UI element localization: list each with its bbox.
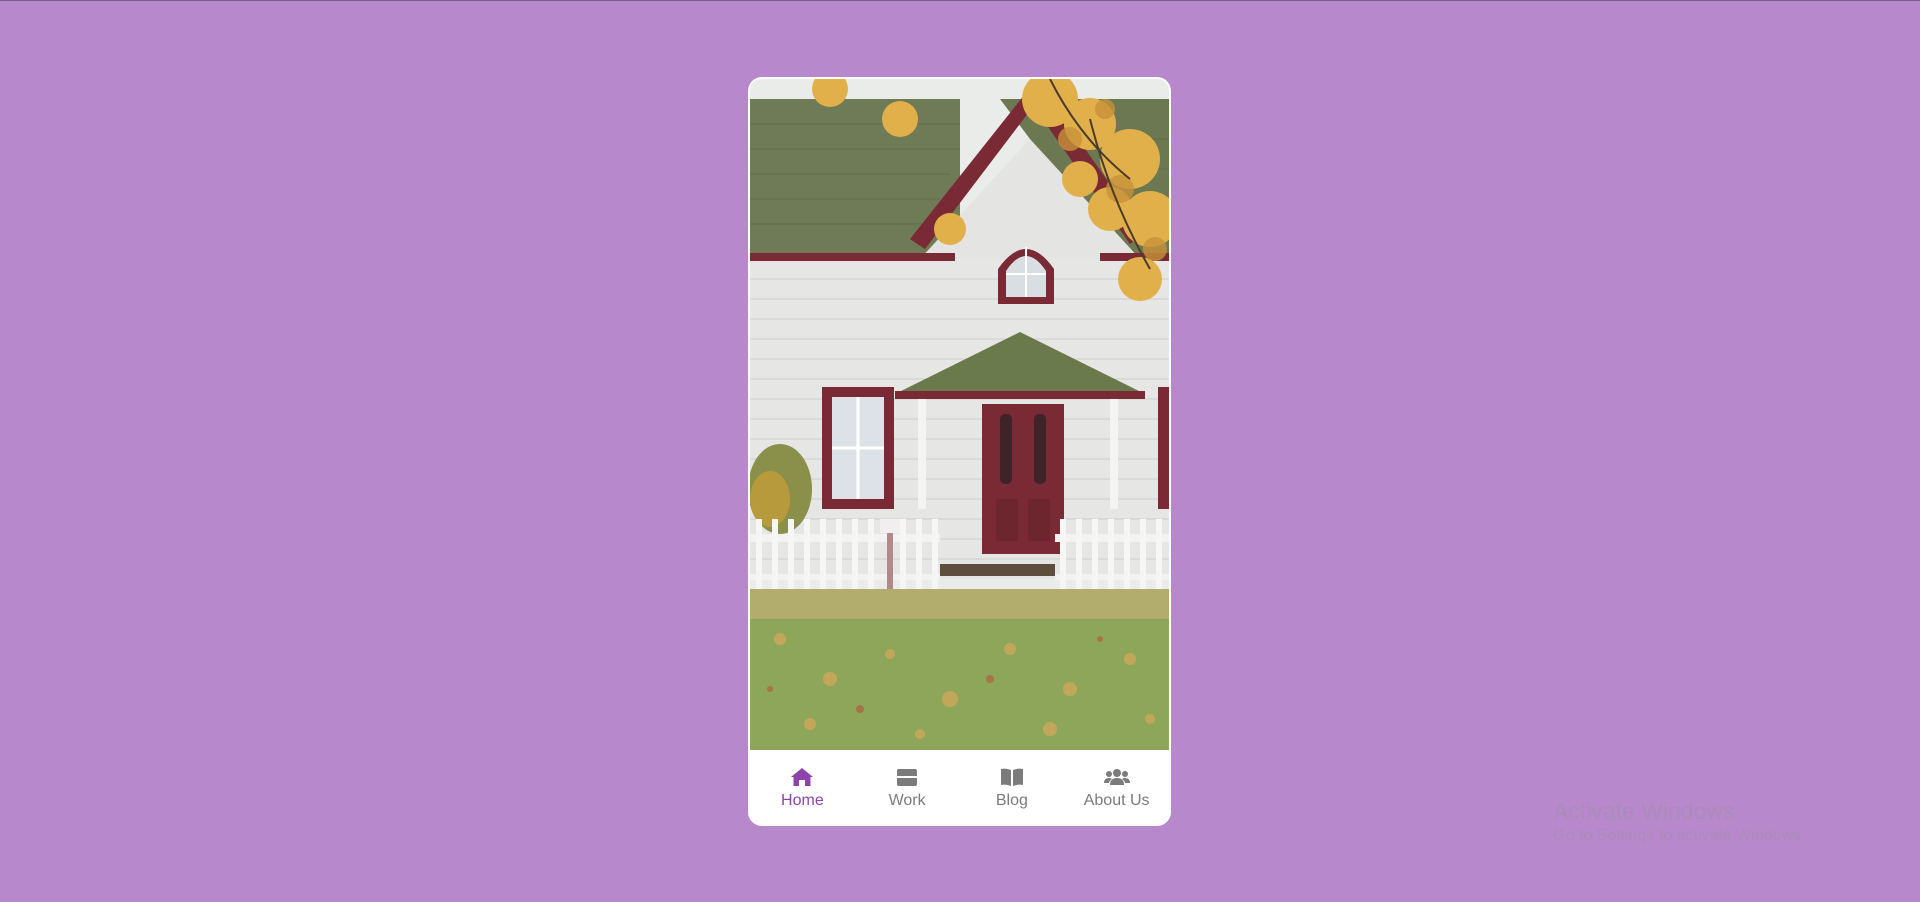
briefcase-icon (894, 765, 920, 789)
house-photo (750, 79, 1169, 750)
top-border-line (0, 0, 1920, 1)
watermark-subtitle: Go to Settings to activate Windows. (1553, 827, 1806, 844)
nav-item-about-us[interactable]: About Us (1065, 756, 1169, 818)
home-icon (789, 765, 815, 789)
bottom-navigation-bar: Home Work Blog About Us (750, 750, 1169, 824)
nav-label-blog: Blog (995, 791, 1028, 809)
watermark-title: Activate Windows (1553, 798, 1735, 824)
nav-label-work: Work (888, 791, 926, 809)
nav-item-home[interactable]: Home (750, 756, 854, 818)
nav-item-work[interactable]: Work (855, 756, 959, 818)
users-icon (1103, 765, 1130, 789)
book-icon (999, 765, 1025, 789)
mobile-app-frame: Home Work Blog About Us (748, 77, 1171, 826)
nav-label-home: Home (781, 791, 824, 809)
hero-image (750, 79, 1169, 750)
nav-item-blog[interactable]: Blog (960, 756, 1064, 818)
nav-label-about-us: About Us (1083, 791, 1150, 809)
windows-activation-watermark: Activate Windows Go to Settings to activ… (1553, 797, 1806, 847)
